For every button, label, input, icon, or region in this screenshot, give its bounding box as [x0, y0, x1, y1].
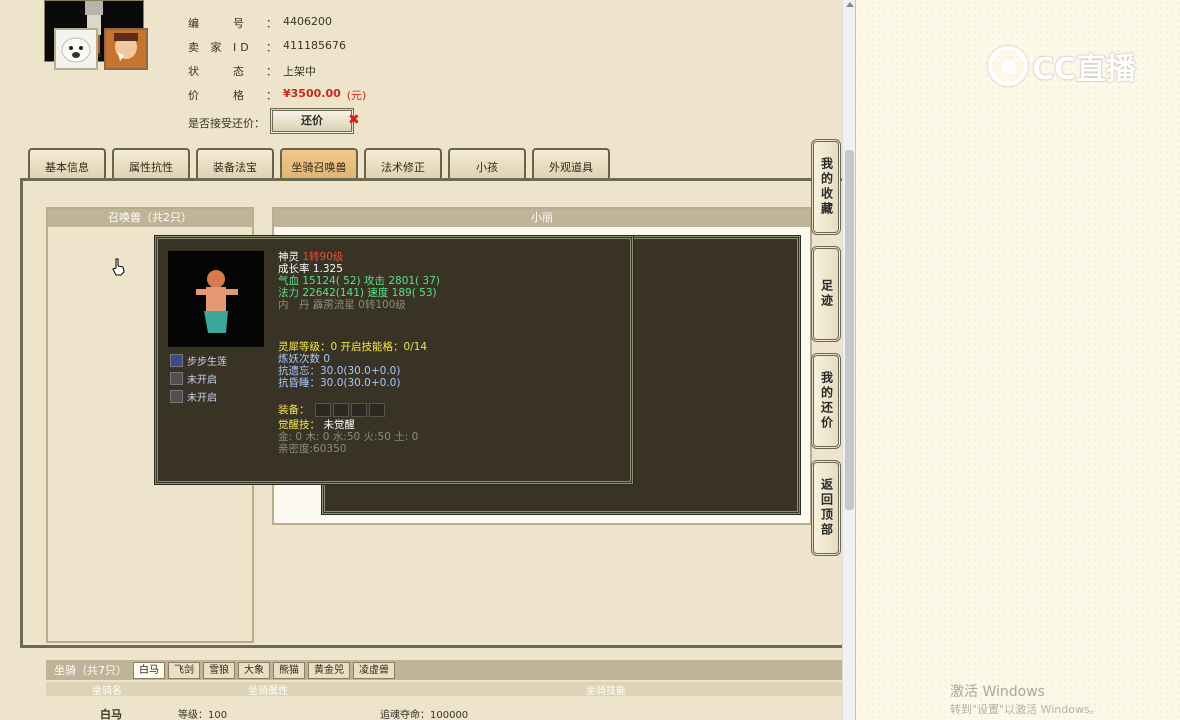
- tab-mounts-summons[interactable]: 坐骑召唤兽: [280, 148, 358, 180]
- price-row: 价 格： ¥3500.00 (元): [188, 87, 367, 102]
- offer-row: 是否接受还价：: [188, 115, 265, 131]
- tab-attributes[interactable]: 属性抗性: [112, 148, 190, 180]
- id-row: 编 号： 4406200: [188, 15, 332, 30]
- equip-slot-2[interactable]: [332, 403, 349, 417]
- tab-spells[interactable]: 法术修正: [364, 148, 442, 180]
- offer-label: 是否接受还价：: [188, 117, 265, 130]
- mount-row-name: 白马: [100, 708, 122, 720]
- summon-name-line: 神灵 1转90级: [278, 251, 344, 263]
- status-value: 上架中: [283, 65, 316, 78]
- mount-tab-flying-sword[interactable]: 飞剑: [168, 661, 200, 679]
- price-value: ¥3500.00: [283, 87, 341, 100]
- my-offers-button[interactable]: 我的还价: [811, 353, 841, 449]
- tab-equipment[interactable]: 装备法宝: [196, 148, 274, 180]
- summon-detail-header: 小丽: [274, 209, 810, 227]
- tab-appearance[interactable]: 外观道具: [532, 148, 610, 180]
- counter-offer-button[interactable]: 还价: [270, 108, 354, 134]
- mount-tab-panda[interactable]: 熊猫: [273, 661, 305, 679]
- scrollbar-thumb[interactable]: [845, 150, 854, 510]
- mount-tab-golden-rhino[interactable]: 黄金兕: [308, 661, 350, 679]
- mount-row-skill: 追魂夺命：100000: [380, 710, 469, 720]
- skill-slot-1[interactable]: 步步生莲: [170, 353, 227, 368]
- equip-line: 装备：: [278, 403, 385, 417]
- my-favorites-button[interactable]: 我的收藏: [811, 139, 841, 235]
- resist-sleep-line: 抗昏睡：30.0(30.0+0.0): [278, 377, 401, 389]
- id-value: 4406200: [283, 15, 332, 28]
- intimacy-line: 亲密度:60350: [278, 443, 347, 455]
- equip-slot-1[interactable]: [314, 403, 331, 417]
- activate-windows-title: 激活 Windows: [950, 684, 1045, 700]
- detail-tabs: 基本信息 属性抗性 装备法宝 坐骑召唤兽 法术修正 小孩 外观道具: [28, 148, 610, 180]
- main-page: 编 号： 4406200 卖 家 ID： 411185676 状 态： 上架中 …: [0, 0, 856, 720]
- col-mount-name: 坐骑名: [92, 686, 122, 697]
- summon-tooltip: 步步生莲 未开启 未开启 神灵 1转90级 成长率 1.325 气血 15124…: [155, 236, 633, 484]
- elements-line: 金: 0 木: 0 水:50 火:50 土: 0: [278, 431, 419, 443]
- price-unit: (元): [346, 89, 367, 102]
- mount-table-header: 坐骑名 坐骑属性 坐骑技能: [46, 682, 842, 697]
- close-icon[interactable]: ✖: [348, 112, 360, 128]
- mp-spd-line: 法力 22642(141) 速度 189( 53): [278, 287, 437, 299]
- shenling-portrait-icon: [106, 30, 146, 68]
- seller-row: 卖 家 ID： 411185676: [188, 39, 346, 54]
- locked-slot-icon: [170, 372, 183, 385]
- col-mount-skill: 坐骑技能: [586, 686, 626, 697]
- tab-basic-info[interactable]: 基本信息: [28, 148, 106, 180]
- footprint-button[interactable]: 足迹: [811, 246, 841, 342]
- activate-windows-hint: 转到"设置"以激活 Windows。: [950, 703, 1101, 716]
- page-scrollbar[interactable]: [842, 0, 855, 720]
- mount-tab-lingxu-beast[interactable]: 凌虚兽: [353, 661, 395, 679]
- skill-slot-3[interactable]: 未开启: [170, 389, 217, 404]
- mount-tab-white-horse[interactable]: 白马: [133, 661, 165, 679]
- equip-slot-4[interactable]: [368, 403, 385, 417]
- skill-icon: [170, 354, 183, 367]
- summon-list-header: 召唤兽（共2只）: [48, 209, 252, 227]
- mount-tab-elephant[interactable]: 大象: [238, 661, 270, 679]
- locked-slot-icon: [170, 390, 183, 403]
- summon-thumb-polar-bear[interactable]: [54, 28, 98, 70]
- mount-row-level: 等级：100: [178, 710, 228, 720]
- col-mount-attr: 坐骑属性: [248, 686, 288, 697]
- awaken-line: 觉醒技： 未觉醒: [278, 419, 355, 431]
- growth-line: 成长率 1.325: [278, 263, 343, 275]
- mount-title: 坐骑（共7只）: [54, 664, 127, 677]
- scroll-up-icon[interactable]: [846, 2, 854, 7]
- cc-logo-icon: [988, 46, 1028, 86]
- cc-live-logo: CC直播: [988, 44, 1136, 88]
- shenling-figure-icon: [196, 270, 238, 333]
- hp-atk-line: 气血 15124( 52) 攻击 2801( 37): [278, 275, 440, 287]
- skill-slot-2[interactable]: 未开启: [170, 371, 217, 386]
- equip-slot-3[interactable]: [350, 403, 367, 417]
- tab-children[interactable]: 小孩: [448, 148, 526, 180]
- lianyao-line: 炼妖次数 0: [278, 353, 331, 365]
- seller-value: 411185676: [283, 39, 346, 52]
- lingxi-line: 灵犀等级：0 开启技能格：0/14: [278, 341, 428, 353]
- summon-thumb-shenling[interactable]: [104, 28, 148, 70]
- resist-forget-line: 抗遗忘：30.0(30.0+0.0): [278, 365, 401, 377]
- back-to-top-button[interactable]: 返回顶部: [811, 460, 841, 556]
- inner-dan-line: 内 丹 霹雳流星 0转100级: [278, 299, 406, 311]
- summon-portrait: [168, 251, 264, 347]
- mount-tab-snow-wolf[interactable]: 雪狼: [203, 661, 235, 679]
- polar-bear-icon: [56, 30, 96, 68]
- mount-tab-bar: 坐骑（共7只） 白马 飞剑 雪狼 大象 熊猫 黄金兕 凌虚兽: [46, 660, 842, 680]
- status-row: 状 态： 上架中: [188, 65, 316, 78]
- hand-cursor-icon: [112, 258, 125, 276]
